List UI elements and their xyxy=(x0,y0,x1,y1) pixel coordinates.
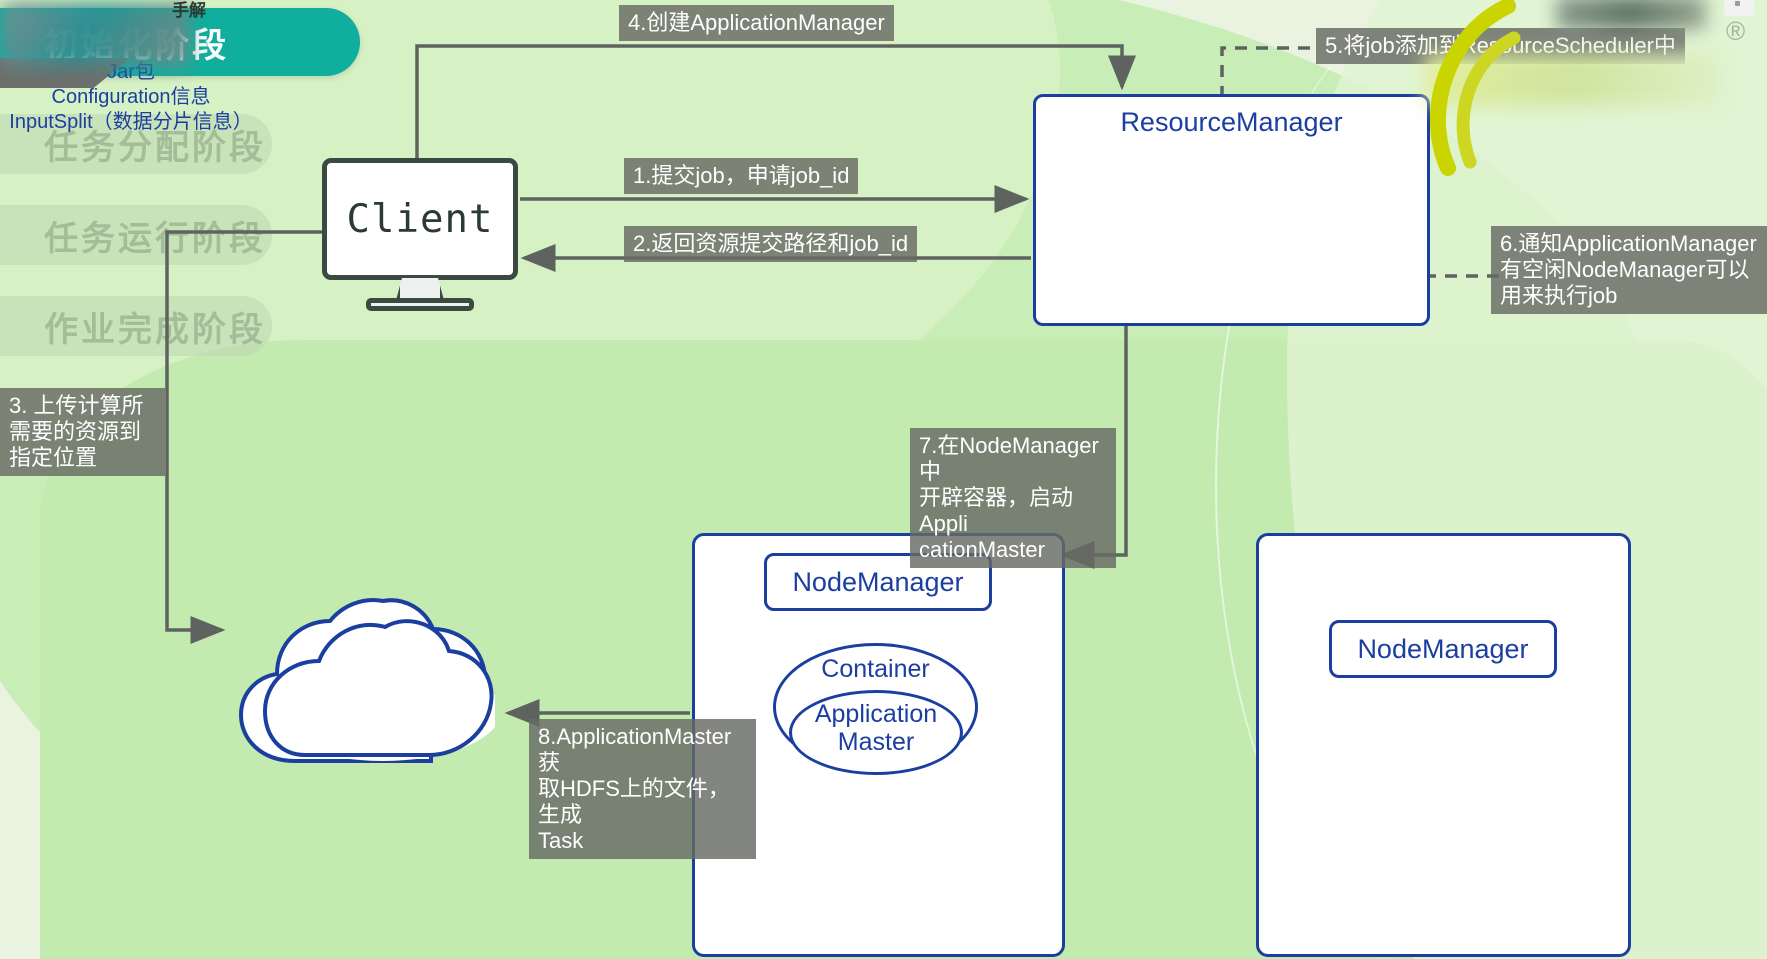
top-small-text: 手解 xyxy=(172,1,206,20)
node-manager-2-label: NodeManager xyxy=(1329,620,1557,678)
phase-label-complete: 作业完成阶段 xyxy=(44,310,266,349)
step-label-2: 2.返回资源提交路径和job_id xyxy=(624,226,918,262)
monitor-stand-icon xyxy=(366,298,474,311)
hdfs-cloud-text: Jar包 Configuration信息 InputSplit（数据分片信息） xyxy=(9,61,253,133)
resource-manager-title: ResourceManager xyxy=(1120,107,1343,137)
application-master-label: Application Master xyxy=(814,700,938,756)
step-label-4: 4.创建ApplicationManager xyxy=(619,5,894,41)
step-label-7: 7.在NodeManager中 开辟容器，启动Appli cationMaste… xyxy=(910,428,1116,568)
step-label-1: 1.提交job，申请job_id xyxy=(624,158,859,194)
blurred-overlay-top-right xyxy=(1556,0,1706,30)
blurred-overlay-top-left xyxy=(2,4,190,66)
client-label: Client xyxy=(346,196,494,242)
diagram-canvas: 初始化阶段 任务分配阶段 任务运行阶段 作业完成阶段 xyxy=(0,0,1767,959)
step-label-3: 3. 上传计算所 需要的资源到 指定位置 xyxy=(0,388,165,476)
step-label-6: 6.通知ApplicationManager 有空闲NodeManager可以 … xyxy=(1491,226,1767,314)
hdfs-cloud-shape[interactable] xyxy=(233,591,495,771)
step-label-8: 8.ApplicationMaster获 取HDFS上的文件，生成 Task xyxy=(529,719,756,859)
watermark-text: https://blog.csdn.net/nmsLLCSDN xyxy=(1290,926,1607,948)
container-label: Container xyxy=(821,655,930,683)
registered-trademark-icon: ® xyxy=(1726,16,1746,46)
node-manager-2-container[interactable] xyxy=(1256,533,1631,957)
blurred-logo-overlay xyxy=(1426,54,1720,106)
client-screen: Client xyxy=(322,158,518,280)
resource-manager-node[interactable]: ResourceManager Application Manager Reso… xyxy=(1033,94,1430,326)
phase-chip-complete[interactable]: 作业完成阶段 xyxy=(0,296,272,356)
chat-bubble-icon xyxy=(1724,0,1754,16)
phase-label-run: 任务运行阶段 xyxy=(44,219,266,258)
client-node[interactable]: Client xyxy=(322,158,518,311)
phase-chip-run[interactable]: 任务运行阶段 xyxy=(0,205,272,265)
